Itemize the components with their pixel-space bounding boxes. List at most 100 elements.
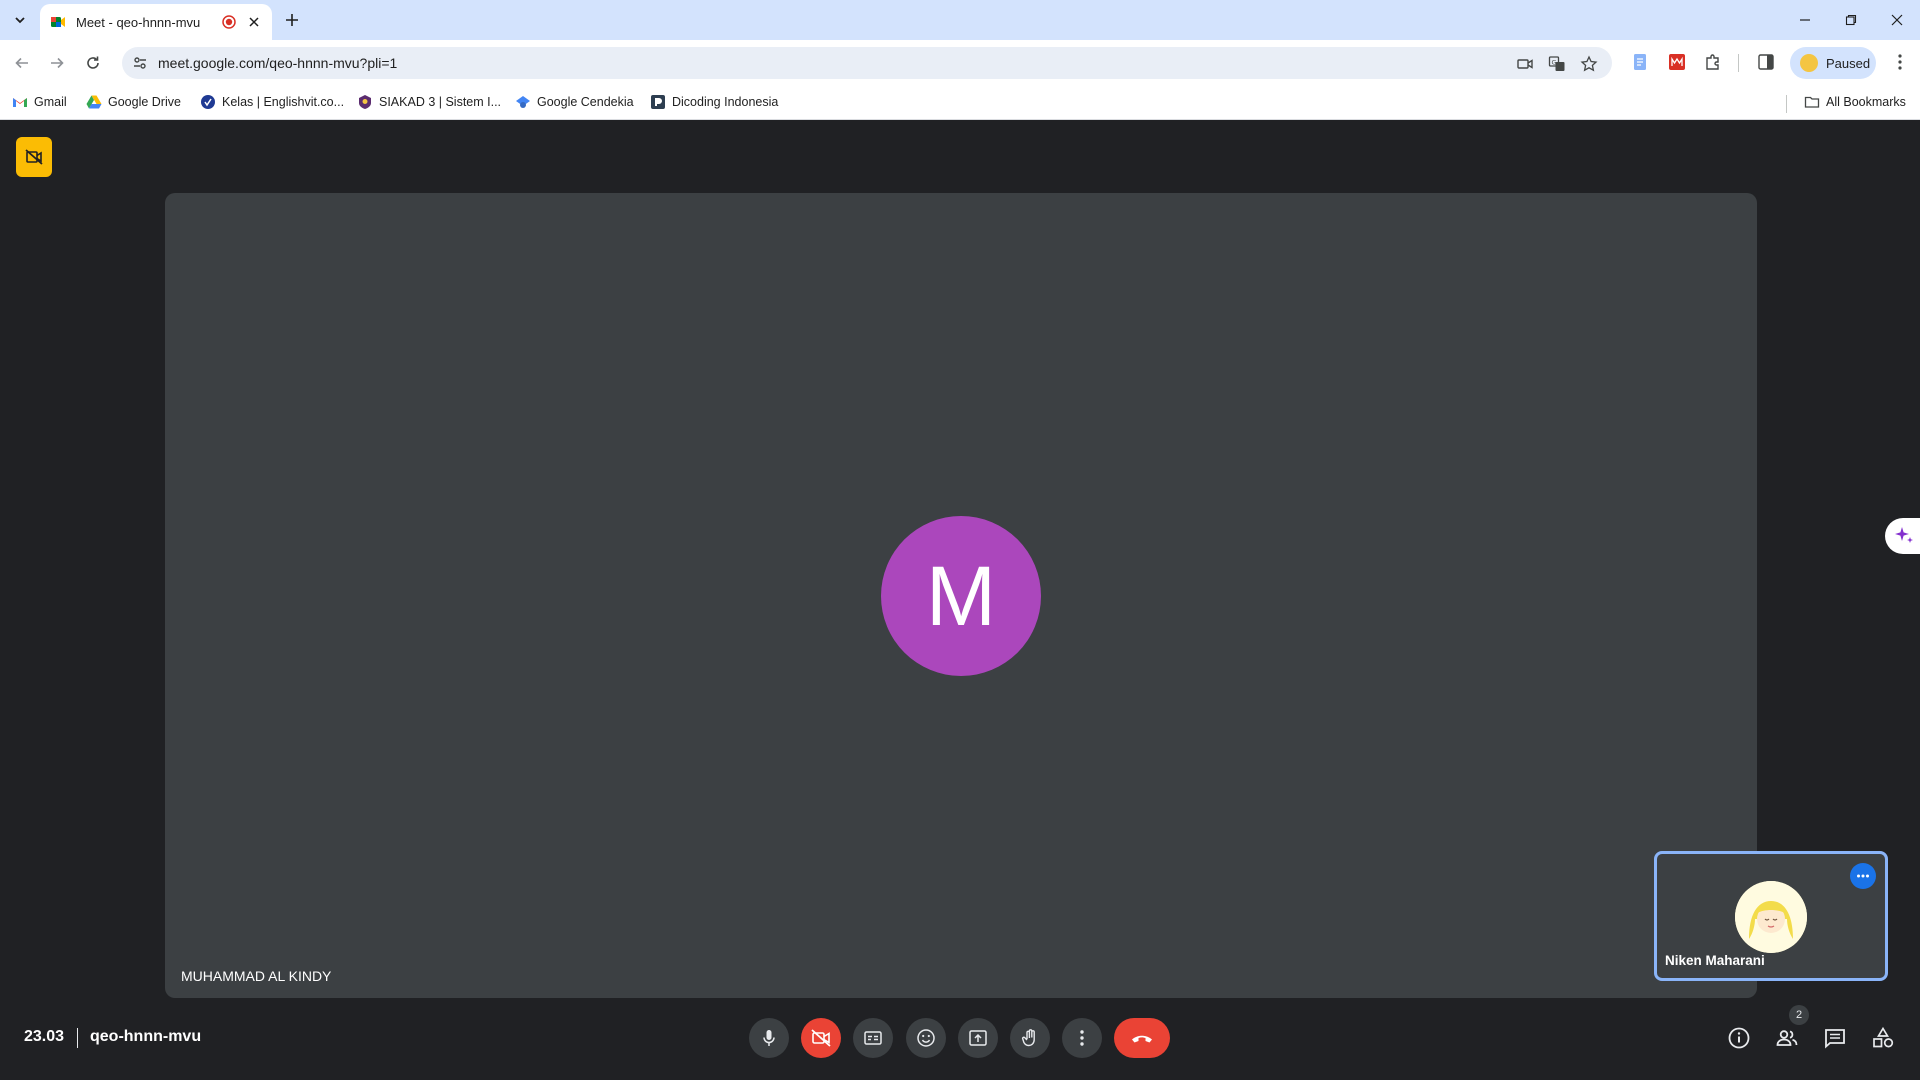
- info-icon: [1728, 1027, 1750, 1049]
- bookmark-label: Dicoding Indonesia: [672, 95, 779, 109]
- avatar-initial: M: [926, 548, 996, 643]
- activities-icon: [1873, 1026, 1894, 1048]
- minimize-icon: [1800, 19, 1810, 21]
- bookmark-siakad[interactable]: SIAKAD 3 | Sistem I...: [357, 94, 501, 110]
- bookmarks-bar: Gmail Google Drive Kelas | Englishvit.co…: [0, 86, 1920, 120]
- siakad-icon: [359, 95, 371, 109]
- sparkle-icon: [1895, 527, 1913, 543]
- tab-strip: Meet - qeo-hnnn-mvu: [0, 0, 1920, 40]
- camera-in-use-icon[interactable]: [1516, 55, 1534, 73]
- meeting-clock: 23.03: [24, 1028, 65, 1045]
- gemini-button[interactable]: [1885, 518, 1920, 554]
- participant-count-badge: 2: [1789, 1005, 1809, 1025]
- more-options-button[interactable]: [1062, 1018, 1102, 1058]
- close-window-button[interactable]: [1874, 0, 1920, 40]
- hand-icon: [1022, 1029, 1035, 1047]
- captions-button[interactable]: [853, 1018, 893, 1058]
- side-panel-icon[interactable]: [1756, 52, 1776, 72]
- leave-call-button[interactable]: [1114, 1018, 1170, 1058]
- close-icon: [1891, 14, 1903, 26]
- closed-caption-icon: [864, 1031, 882, 1045]
- raise-hand-button[interactable]: [1010, 1018, 1050, 1058]
- more-vert-icon[interactable]: [1890, 52, 1910, 72]
- address-bar[interactable]: meet.google.com/qeo-hnnn-mvu?pli=1 G: [122, 47, 1612, 79]
- svg-text:G: G: [1552, 59, 1557, 67]
- arrow-forward-icon: [51, 57, 64, 69]
- toolbar-divider: [1738, 54, 1739, 72]
- camera-button[interactable]: [801, 1018, 841, 1058]
- more-horiz-icon: [1857, 874, 1869, 878]
- bookmark-englishvit[interactable]: Kelas | Englishvit.co...: [200, 94, 344, 110]
- google-meet-icon: [51, 17, 65, 27]
- reload-button[interactable]: [80, 50, 106, 76]
- bookmark-dicoding[interactable]: Dicoding Indonesia: [650, 94, 778, 110]
- bookmark-label: Kelas | Englishvit.co...: [222, 95, 345, 109]
- dicoding-icon: [651, 95, 665, 109]
- self-name: Niken Maharani: [1665, 953, 1765, 968]
- scholar-icon: [516, 96, 530, 108]
- chat-icon: [1825, 1029, 1845, 1049]
- info-divider: [77, 1028, 78, 1048]
- gmail-icon: [13, 98, 27, 107]
- self-avatar: [1735, 881, 1807, 953]
- present-to-all-icon: [969, 1030, 987, 1046]
- meeting-details-button[interactable]: [1726, 1025, 1752, 1051]
- videocam-off-icon: [811, 1029, 831, 1047]
- meeting-code: qeo-hnnn-mvu: [90, 1028, 202, 1045]
- all-bookmarks-label: All Bookmarks: [1826, 95, 1906, 109]
- englishvit-icon: [201, 95, 215, 109]
- document-extension-icon[interactable]: [1630, 52, 1650, 72]
- bookmark-google-cendekia[interactable]: Google Cendekia: [515, 94, 634, 110]
- self-tile-options-button[interactable]: [1850, 863, 1876, 889]
- close-tab-icon[interactable]: [246, 14, 262, 30]
- call-end-icon: [1132, 1035, 1152, 1043]
- bookmark-label: Google Drive: [108, 95, 181, 109]
- chevron-down-icon: [15, 17, 25, 24]
- all-bookmarks-button[interactable]: All Bookmarks: [1804, 94, 1906, 110]
- present-screen-button[interactable]: [958, 1018, 998, 1058]
- reload-icon: [87, 56, 99, 69]
- url-text[interactable]: meet.google.com/qeo-hnnn-mvu?pli=1: [158, 55, 397, 71]
- people-button[interactable]: [1774, 1025, 1800, 1051]
- profile-avatar: [1800, 54, 1818, 72]
- restore-icon: [1845, 14, 1857, 26]
- minimize-button[interactable]: [1782, 0, 1828, 40]
- reactions-button[interactable]: [906, 1018, 946, 1058]
- browser-tab-active[interactable]: Meet - qeo-hnnn-mvu: [40, 4, 272, 40]
- mic-icon: [763, 1030, 775, 1046]
- activities-button[interactable]: [1870, 1025, 1896, 1051]
- video-off-warning-icon: [25, 149, 43, 165]
- extensions-puzzle-icon[interactable]: [1703, 52, 1723, 72]
- participant-avatar: M: [881, 516, 1041, 676]
- bookmarks-divider: [1786, 95, 1787, 113]
- mendeley-extension-icon[interactable]: [1667, 52, 1687, 72]
- bookmark-google-drive[interactable]: Google Drive: [86, 94, 181, 110]
- bookmark-star-icon[interactable]: [1580, 55, 1598, 73]
- recording-icon: [222, 15, 236, 29]
- new-tab-icon[interactable]: [282, 10, 302, 30]
- forward-button[interactable]: [44, 50, 70, 76]
- self-avatar-image: [1735, 881, 1807, 953]
- more-vert-icon: [1080, 1030, 1084, 1046]
- people-icon: [1776, 1030, 1798, 1046]
- microphone-button[interactable]: [749, 1018, 789, 1058]
- back-button[interactable]: [9, 50, 35, 76]
- chat-button[interactable]: [1822, 1025, 1848, 1051]
- profile-status: Paused: [1826, 55, 1871, 71]
- arrow-back-icon: [15, 57, 28, 69]
- drive-icon: [86, 95, 102, 109]
- bookmark-label: SIAKAD 3 | Sistem I...: [379, 95, 502, 109]
- profile-button[interactable]: Paused: [1790, 47, 1876, 79]
- folder-icon: [1804, 96, 1820, 108]
- site-settings-icon[interactable]: [132, 55, 148, 71]
- translate-icon[interactable]: G: [1548, 55, 1566, 73]
- restore-button[interactable]: [1828, 0, 1874, 40]
- camera-warning-button[interactable]: [16, 137, 52, 177]
- emoji-icon: [917, 1029, 935, 1047]
- bookmark-gmail[interactable]: Gmail: [12, 94, 67, 110]
- bookmark-label: Google Cendekia: [537, 95, 634, 109]
- participant-name: MUHAMMAD AL KINDY: [181, 968, 332, 984]
- tab-title: Meet - qeo-hnnn-mvu: [76, 14, 201, 30]
- bookmark-label: Gmail: [34, 95, 67, 109]
- tab-search-button[interactable]: [8, 8, 32, 32]
